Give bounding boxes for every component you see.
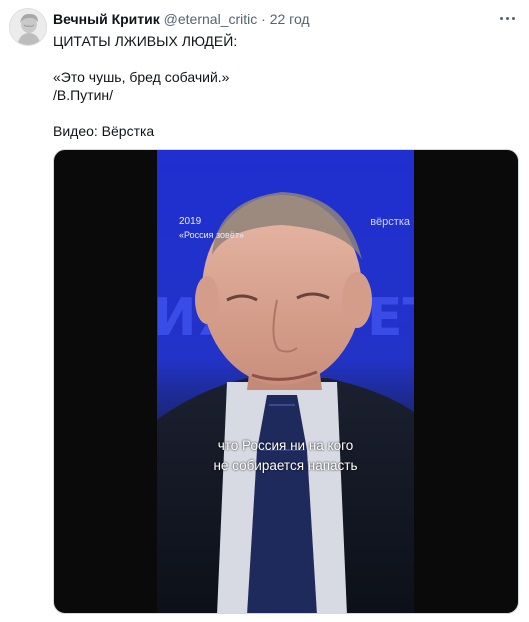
tweet-text-line: «Это чушь, бред собачий.»	[53, 69, 230, 85]
video-frame[interactable]: ИЯ ЕТ	[157, 150, 414, 613]
video-subtitle-line: что Россия ни на кого	[217, 438, 354, 453]
tweet-card: Вечный Критик @eternal_critic · 22 год Ц…	[0, 0, 529, 622]
overlay-event: «Россия зовёт»	[179, 230, 244, 240]
tweet-text-line: ЦИТАТЫ ЛЖИВЫХ ЛЮДЕЙ:	[53, 33, 238, 49]
svg-text:ЕТ: ЕТ	[367, 288, 414, 348]
author-name[interactable]: Вечный Критик	[53, 11, 160, 27]
tweet-text-line	[53, 104, 237, 122]
tweet-text-line[interactable]: Видео: Вёрстка	[53, 122, 237, 140]
tweet-text-line: /В.Путин/	[53, 87, 114, 103]
avatar[interactable]	[9, 8, 47, 46]
timestamp[interactable]: 22 год	[270, 11, 310, 27]
tweet-header: Вечный Критик @eternal_critic · 22 год	[53, 10, 310, 28]
video-subtitle-line: не собирается напасть	[213, 458, 358, 473]
tweet-text-line	[53, 50, 237, 68]
overlay-brand: вёрстка	[370, 216, 410, 228]
tweet-text: ЦИТАТЫ ЛЖИВЫХ ЛЮДЕЙ: «Это чушь, бред соб…	[53, 32, 237, 140]
video-player[interactable]: ИЯ ЕТ	[53, 149, 519, 614]
overlay-year: 2019	[179, 216, 202, 227]
separator-dot: ·	[261, 11, 266, 27]
more-horizontal-icon	[498, 16, 516, 20]
more-options-button[interactable]	[497, 8, 517, 28]
author-handle[interactable]: @eternal_critic	[164, 11, 258, 27]
